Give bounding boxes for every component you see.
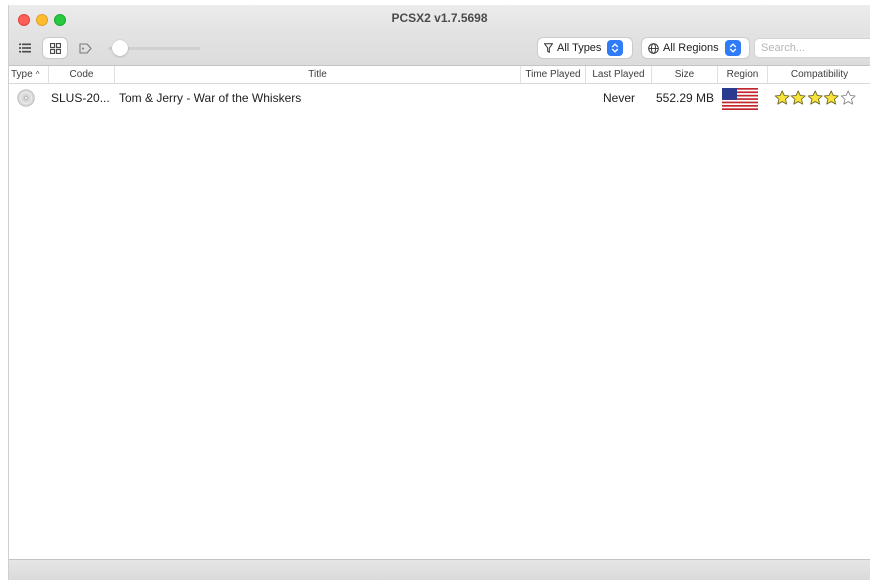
grid-view-button[interactable]	[43, 38, 67, 58]
game-list-header: Type ^ Code Title Time Played Last Played…	[9, 66, 870, 84]
regions-filter-dropdown[interactable]: All Regions	[642, 38, 749, 58]
types-filter-label: All Types	[557, 42, 602, 54]
status-bar	[9, 559, 870, 580]
column-header-size[interactable]: Size	[652, 66, 718, 83]
chevron-up-down-icon	[724, 40, 741, 56]
column-header-last-played[interactable]: Last Played	[586, 66, 652, 83]
slider-thumb[interactable]	[112, 40, 128, 56]
toolbar: All Types All Regions	[9, 32, 870, 66]
column-header-region[interactable]: Region	[718, 66, 768, 83]
tag-icon	[78, 42, 92, 54]
title-bar: PCSX2 v1.7.5698	[9, 5, 870, 32]
game-title: Tom & Jerry - War of the Whiskers	[119, 91, 302, 105]
star-filled-icon	[807, 90, 823, 105]
sort-ascending-icon: ^	[35, 70, 40, 79]
filter-icon	[544, 43, 553, 53]
search-input[interactable]	[754, 38, 870, 58]
column-header-code[interactable]: Code	[49, 66, 115, 83]
zoom-slider[interactable]	[100, 38, 200, 58]
game-row[interactable]: SLUS-20... Tom & Jerry - War of the Whis…	[9, 84, 870, 112]
list-icon	[19, 43, 31, 53]
tag-view-button[interactable]	[73, 38, 97, 58]
game-last-played: Never	[602, 91, 635, 105]
column-header-compatibility[interactable]: Compatibility	[768, 66, 870, 83]
star-filled-icon	[823, 90, 839, 105]
window-title: PCSX2 v1.7.5698	[391, 11, 488, 25]
column-header-time-played[interactable]: Time Played	[521, 66, 586, 83]
us-flag-icon	[722, 88, 758, 110]
globe-icon	[648, 42, 659, 54]
types-filter-dropdown[interactable]: All Types	[538, 38, 632, 58]
star-empty-icon	[840, 90, 856, 105]
regions-filter-label: All Regions	[663, 42, 719, 54]
column-header-label: Type	[11, 69, 33, 80]
compatibility-rating	[774, 89, 856, 107]
disc-icon	[17, 89, 35, 107]
list-view-button[interactable]	[13, 38, 37, 58]
star-filled-icon	[774, 90, 790, 105]
column-header-title[interactable]: Title	[115, 66, 521, 83]
game-code: SLUS-20...	[51, 91, 110, 105]
chevron-up-down-icon	[607, 40, 624, 56]
grid-icon	[49, 42, 61, 54]
game-size: 552.29 MB	[655, 91, 715, 105]
column-header-type[interactable]: Type ^	[9, 66, 49, 83]
star-filled-icon	[791, 90, 807, 105]
game-time-played	[521, 84, 586, 112]
main-window: PCSX2 v1.7.5698 All Types All Regions Se…	[8, 5, 870, 580]
